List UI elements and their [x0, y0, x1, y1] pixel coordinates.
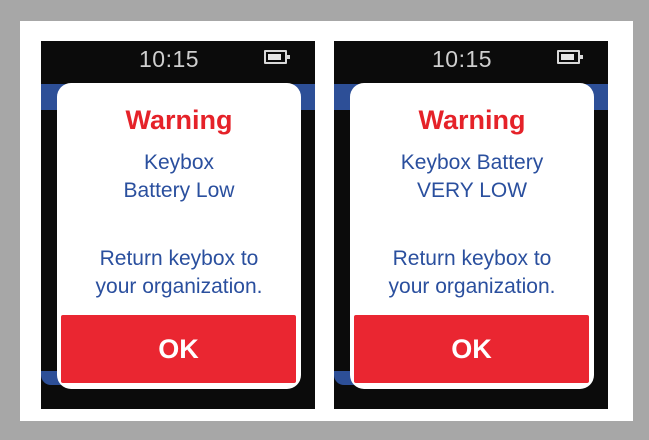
battery-icon [557, 50, 583, 64]
battery-icon [264, 50, 290, 64]
battery-tip [580, 55, 583, 59]
message-line-1: Keybox Battery [400, 151, 544, 174]
device-screen-very-low-battery: 10:15 Warning Keybox Battery VERY LOW Re… [334, 41, 608, 409]
status-bar: 10:15 [41, 41, 315, 81]
device-screen-low-battery: 10:15 Warning Keybox Battery Low Return … [41, 41, 315, 409]
dialog-title: Warning [125, 105, 233, 135]
instruction-line-2: your organization. [95, 275, 263, 298]
message-line-1: Keybox [143, 151, 215, 174]
clock: 10:15 [139, 46, 200, 72]
battery-level [268, 54, 281, 60]
battery-level [561, 54, 574, 60]
ok-button[interactable]: OK [354, 315, 589, 383]
clock: 10:15 [432, 46, 493, 72]
warning-dialog: Warning Keybox Battery VERY LOW Return k… [350, 83, 594, 389]
message-line-2: Battery Low [123, 179, 235, 202]
instruction-line-1: Return keybox to [392, 247, 552, 270]
ok-button[interactable]: OK [61, 315, 296, 383]
screenshot-frame: 10:15 Warning Keybox Battery Low Return … [20, 21, 633, 421]
dialog-title: Warning [418, 105, 526, 135]
instruction-line-1: Return keybox to [99, 247, 259, 270]
message-line-2: VERY LOW [416, 179, 528, 202]
instruction-line-2: your organization. [388, 275, 556, 298]
warning-dialog: Warning Keybox Battery Low Return keybox… [57, 83, 301, 389]
status-bar: 10:15 [334, 41, 608, 81]
battery-tip [287, 55, 290, 59]
